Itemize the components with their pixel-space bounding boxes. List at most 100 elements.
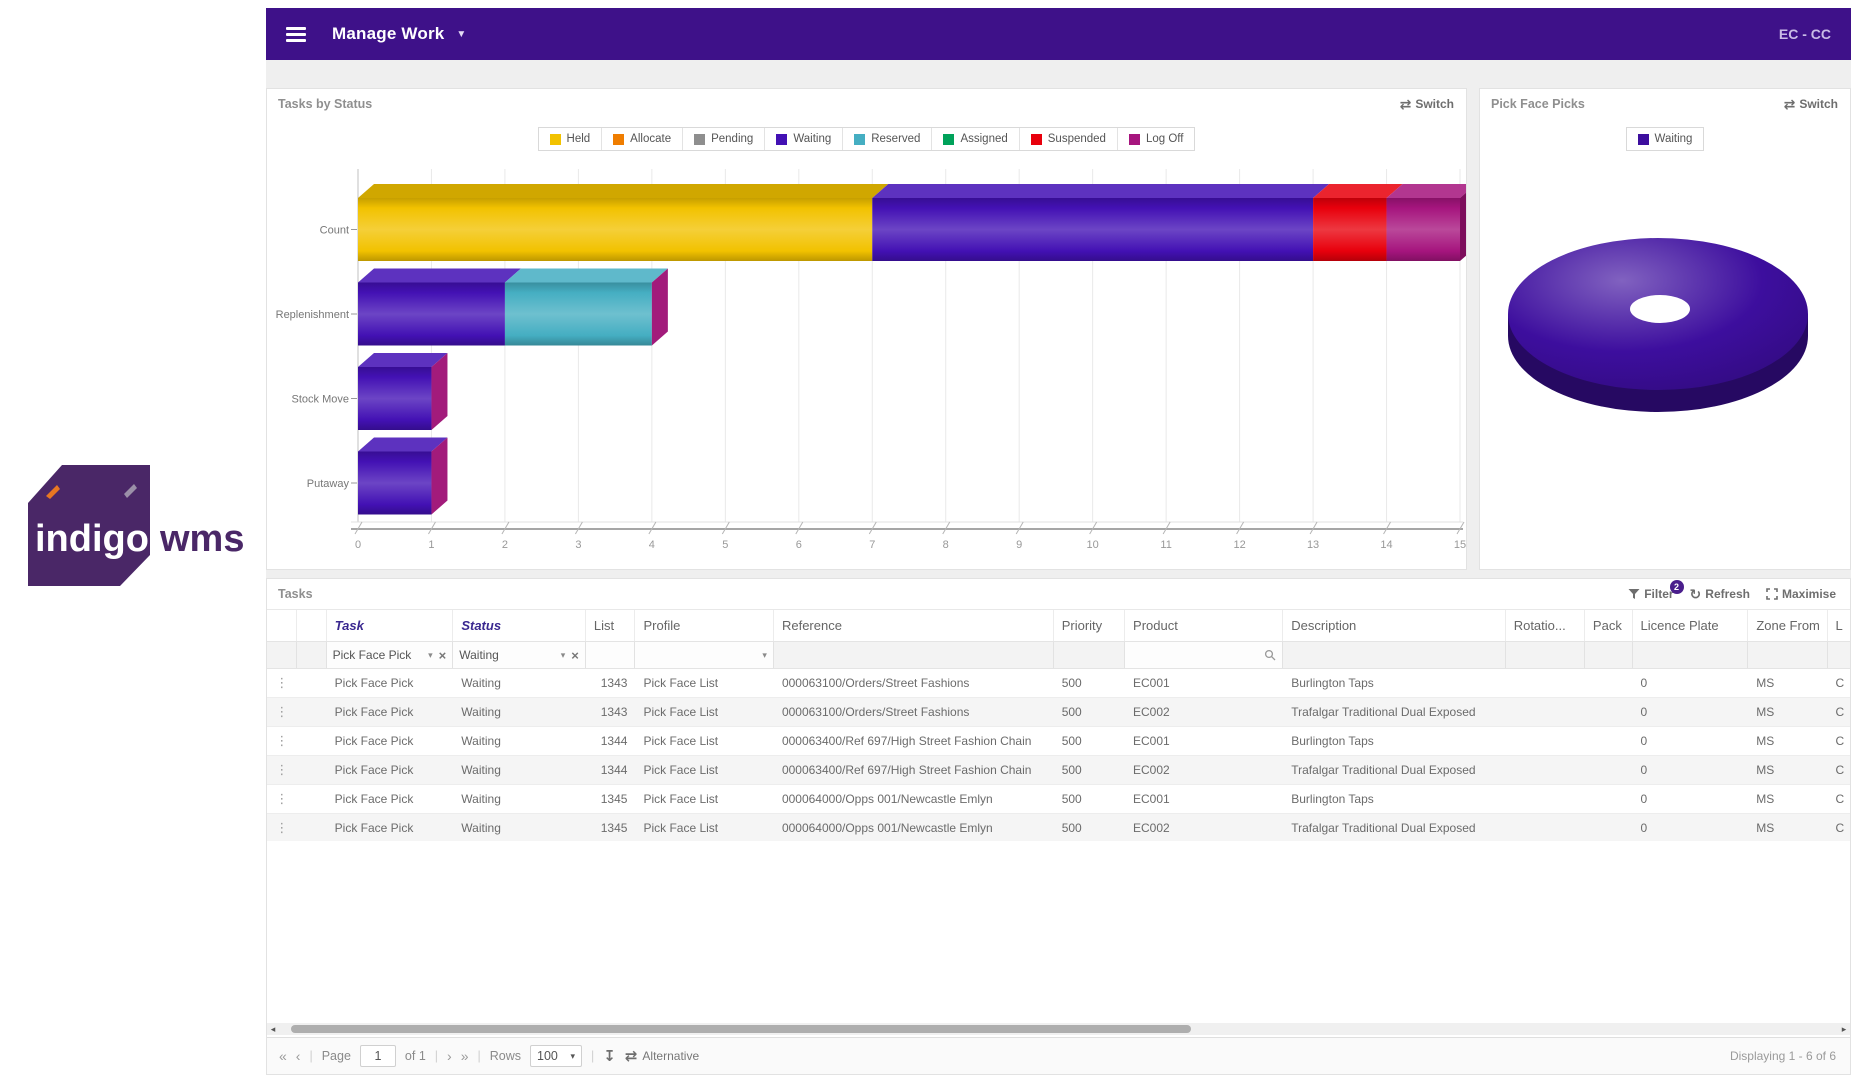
legend-label: Held [567, 133, 591, 145]
column-header-zone_from[interactable]: Zone From [1748, 610, 1827, 641]
rows-per-page-select[interactable]: 100 ▾ [530, 1045, 582, 1067]
filter-cell-rotation[interactable] [1506, 642, 1585, 668]
column-header-rotation[interactable]: Rotatio... [1506, 610, 1585, 641]
column-header-pack[interactable]: Pack [1585, 610, 1633, 641]
filter-cell-pack[interactable] [1585, 642, 1633, 668]
cell-profile: Pick Face List [635, 814, 773, 841]
table-row[interactable]: ⋮Pick Face PickWaiting1344Pick Face List… [267, 727, 1850, 756]
filter-cell-sel[interactable] [297, 642, 327, 668]
filter-cell-list[interactable] [586, 642, 636, 668]
filter-cell-reference[interactable] [774, 642, 1054, 668]
table-row[interactable]: ⋮Pick Face PickWaiting1343Pick Face List… [267, 669, 1850, 698]
scroll-right-icon[interactable]: ▸ [1838, 1023, 1850, 1035]
chevron-down-icon[interactable]: ▾ [428, 650, 433, 661]
row-handle-icon[interactable]: ⋮ [267, 727, 297, 755]
filter-cell-task[interactable]: Pick Face Pick▾× [327, 642, 454, 668]
first-page-button[interactable]: « [279, 1048, 287, 1064]
filter-button[interactable]: Filter 2 [1628, 587, 1673, 601]
cell-description: Burlington Taps [1283, 785, 1505, 813]
legend-item-waiting[interactable]: Waiting [1627, 128, 1704, 150]
last-page-button[interactable]: » [461, 1048, 469, 1064]
legend-item-reserved[interactable]: Reserved [843, 128, 932, 150]
column-header-status[interactable]: Status [453, 610, 586, 641]
switch-icon: ⇄ [1400, 97, 1412, 111]
pick-face-picks-header: Pick Face Picks ⇄ Switch [1480, 89, 1850, 119]
cell-status: Waiting [453, 785, 586, 813]
legend-item-allocate[interactable]: Allocate [602, 128, 683, 150]
alternative-view-button[interactable]: ⇄ Alternative [625, 1047, 699, 1065]
cell-list: 1343 [586, 669, 636, 697]
cell-sel [297, 814, 327, 841]
maximise-button[interactable]: Maximise [1766, 587, 1836, 601]
scrollbar-thumb[interactable] [291, 1025, 1191, 1033]
hamburger-menu-icon[interactable] [286, 24, 306, 45]
legend-label: Waiting [1655, 133, 1693, 145]
refresh-button[interactable]: ↻ Refresh [1690, 587, 1750, 601]
switch-chart-button[interactable]: ⇄ Switch [1784, 97, 1838, 111]
column-header-list[interactable]: List [586, 610, 636, 641]
cell-product: EC002 [1125, 814, 1283, 841]
svg-text:Stock Move: Stock Move [292, 394, 349, 406]
column-header-priority[interactable]: Priority [1054, 610, 1125, 641]
download-button[interactable]: ↧ [603, 1047, 616, 1065]
filter-cell-zone_from[interactable] [1748, 642, 1827, 668]
switch-chart-button[interactable]: ⇄ Switch [1400, 97, 1454, 111]
column-header-task[interactable]: Task [327, 610, 454, 641]
cell-sel [297, 785, 327, 813]
filter-cell-product[interactable] [1125, 642, 1283, 668]
column-header-description[interactable]: Description [1283, 610, 1505, 641]
module-selector[interactable]: Manage Work ▼ [332, 24, 467, 44]
cell-priority: 500 [1054, 756, 1125, 784]
column-header-profile[interactable]: Profile [635, 610, 773, 641]
clear-filter-icon[interactable]: × [439, 648, 447, 663]
horizontal-scrollbar[interactable]: ◂ ▸ [267, 1023, 1850, 1035]
prev-page-button[interactable]: ‹ [296, 1048, 301, 1064]
column-header-handle[interactable] [267, 610, 297, 641]
legend-item-log-off[interactable]: Log Off [1118, 128, 1195, 150]
chevron-down-icon[interactable]: ▾ [561, 650, 566, 661]
row-handle-icon[interactable]: ⋮ [267, 698, 297, 726]
filter-cell-loc[interactable] [1828, 642, 1850, 668]
row-handle-icon[interactable]: ⋮ [267, 669, 297, 697]
column-header-reference[interactable]: Reference [774, 610, 1054, 641]
clear-filter-icon[interactable]: × [571, 648, 579, 663]
table-row[interactable]: ⋮Pick Face PickWaiting1343Pick Face List… [267, 698, 1850, 727]
row-handle-icon[interactable]: ⋮ [267, 756, 297, 784]
scroll-left-icon[interactable]: ◂ [267, 1023, 279, 1035]
row-handle-icon[interactable]: ⋮ [267, 785, 297, 813]
row-handle-icon[interactable]: ⋮ [267, 814, 297, 841]
column-header-sel[interactable] [297, 610, 327, 641]
legend-label: Pending [711, 133, 753, 145]
next-page-button[interactable]: › [447, 1048, 452, 1064]
filter-cell-description[interactable] [1283, 642, 1506, 668]
legend-label: Suspended [1048, 133, 1106, 145]
legend-item-suspended[interactable]: Suspended [1020, 128, 1118, 150]
column-header-product[interactable]: Product [1125, 610, 1283, 641]
filter-cell-status[interactable]: Waiting▾× [453, 642, 586, 668]
legend-item-pending[interactable]: Pending [683, 128, 765, 150]
table-row[interactable]: ⋮Pick Face PickWaiting1345Pick Face List… [267, 814, 1850, 841]
legend-item-waiting[interactable]: Waiting [765, 128, 843, 150]
scrollbar-track[interactable] [279, 1023, 1838, 1035]
table-row[interactable]: ⋮Pick Face PickWaiting1345Pick Face List… [267, 785, 1850, 814]
legend-item-assigned[interactable]: Assigned [932, 128, 1019, 150]
cell-reference: 000063100/Orders/Street Fashions [774, 669, 1054, 697]
cell-description: Trafalgar Traditional Dual Exposed [1283, 814, 1505, 841]
filter-cell-licence_plate[interactable] [1633, 642, 1749, 668]
chevron-down-icon[interactable]: ▾ [762, 650, 767, 661]
cell-description: Burlington Taps [1283, 727, 1505, 755]
page-number-input[interactable]: 1 [360, 1045, 396, 1067]
search-icon[interactable] [1264, 649, 1276, 661]
cell-zone_from: MS [1748, 727, 1827, 755]
filter-cell-profile[interactable]: ▾ [635, 642, 774, 668]
cell-zone_from: MS [1748, 669, 1827, 697]
filter-cell-handle[interactable] [267, 642, 297, 668]
table-row[interactable]: ⋮Pick Face PickWaiting1344Pick Face List… [267, 756, 1850, 785]
column-header-loc[interactable]: L [1828, 610, 1850, 641]
column-header-licence_plate[interactable]: Licence Plate [1633, 610, 1749, 641]
legend-item-held[interactable]: Held [539, 128, 603, 150]
filter-cell-priority[interactable] [1054, 642, 1125, 668]
cell-pack [1585, 727, 1633, 755]
cell-rotation [1506, 785, 1585, 813]
svg-text:10: 10 [1087, 539, 1099, 551]
